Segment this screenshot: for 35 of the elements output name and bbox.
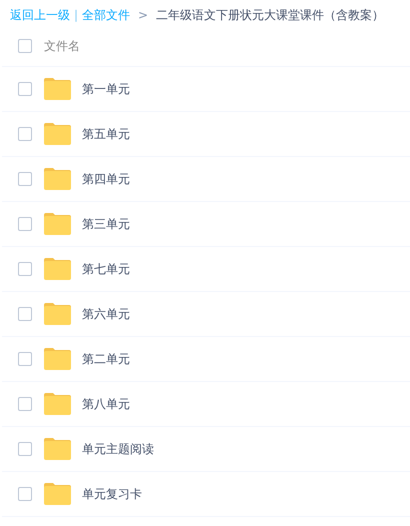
folder-icon: [44, 348, 71, 370]
folder-icon: [44, 168, 71, 190]
folder-icon: [44, 303, 71, 325]
checkbox[interactable]: [18, 262, 32, 276]
checkbox[interactable]: [18, 127, 32, 141]
checkbox[interactable]: [18, 82, 32, 96]
breadcrumb-arrow: >: [138, 6, 148, 24]
folder-icon: [44, 213, 71, 235]
checkbox[interactable]: [18, 38, 32, 52]
folder-name[interactable]: 第六单元: [82, 305, 130, 323]
folder-name[interactable]: 第四单元: [82, 170, 130, 188]
checkbox[interactable]: [18, 307, 32, 321]
checkbox[interactable]: [18, 172, 32, 186]
current-folder: 二年级语文下册状元大课堂课件（含教案）: [156, 6, 384, 24]
checkbox[interactable]: [18, 217, 32, 231]
folder-name[interactable]: 第五单元: [82, 125, 130, 143]
checkbox[interactable]: [18, 397, 32, 411]
folder-name[interactable]: 第二单元: [82, 350, 130, 368]
folder-icon: [44, 123, 71, 145]
folder-name[interactable]: 第一单元: [82, 80, 130, 98]
folder-name[interactable]: 第三单元: [82, 215, 130, 233]
folder-icon: [44, 393, 71, 415]
folder-icon: [44, 78, 71, 100]
folder-icon: [44, 258, 71, 280]
separator: |: [74, 6, 78, 24]
folder-icon: [44, 438, 71, 460]
column-header: 文件名: [44, 38, 80, 54]
checkbox[interactable]: [18, 442, 32, 456]
checkbox[interactable]: [18, 487, 32, 501]
folder-name[interactable]: 单元主题阅读: [82, 440, 154, 458]
checkbox[interactable]: [18, 352, 32, 366]
folder-name[interactable]: 第七单元: [82, 260, 130, 278]
folder-name[interactable]: 单元复习卡: [82, 485, 142, 503]
folder-name[interactable]: 第八单元: [82, 395, 130, 413]
folder-icon: [44, 483, 71, 505]
